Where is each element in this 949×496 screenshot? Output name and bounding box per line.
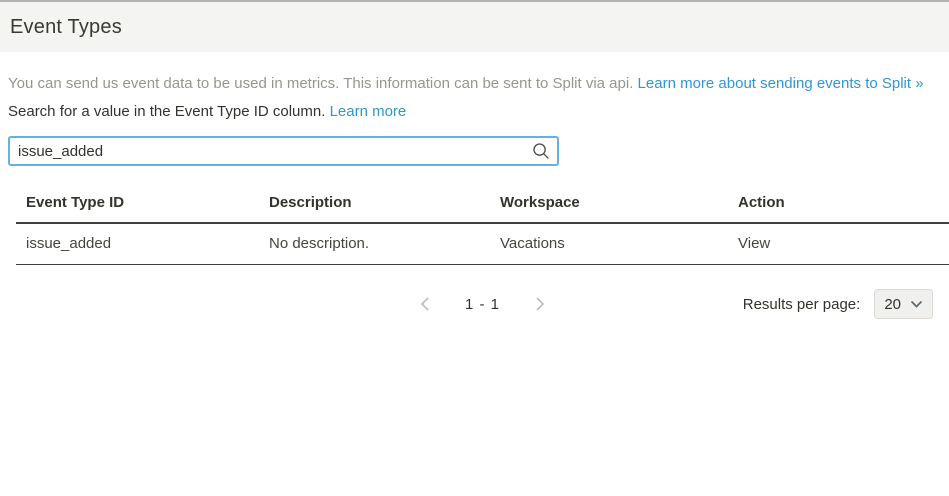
search-input[interactable]	[8, 136, 559, 166]
column-header-workspace: Workspace	[490, 182, 728, 223]
cell-description: No description.	[259, 223, 490, 265]
learn-more-link[interactable]: Learn more	[330, 103, 407, 120]
column-header-action: Action	[728, 182, 949, 223]
search-box	[8, 136, 559, 166]
chevron-down-icon	[910, 300, 923, 308]
column-header-event-type-id: Event Type ID	[16, 182, 259, 223]
results-per-page-value: 20	[884, 296, 901, 313]
table-header-row: Event Type ID Description Workspace Acti…	[16, 182, 949, 223]
search-hint-text: Search for a value in the Event Type ID …	[8, 103, 949, 121]
search-hint-static: Search for a value in the Event Type ID …	[8, 103, 330, 120]
page-header: Event Types	[0, 2, 949, 52]
pagination-bar: 1 - 1 Results per page: 20	[8, 289, 949, 319]
cell-workspace: Vacations	[490, 223, 728, 265]
main-content: You can send us event data to be used in…	[0, 52, 949, 319]
chevron-right-icon	[535, 296, 545, 312]
column-header-description: Description	[259, 182, 490, 223]
results-per-page-select[interactable]: 20	[874, 289, 933, 319]
cell-event-type-id: issue_added	[16, 223, 259, 265]
chevron-left-icon	[420, 296, 430, 312]
intro-text: You can send us event data to be used in…	[8, 75, 949, 93]
page-range-label: 1 - 1	[465, 296, 500, 313]
intro-text-static: You can send us event data to be used in…	[8, 75, 638, 92]
previous-page-button[interactable]	[418, 296, 432, 312]
event-types-table: Event Type ID Description Workspace Acti…	[16, 182, 949, 265]
learn-more-sending-events-link[interactable]: Learn more about sending events to Split…	[638, 75, 924, 92]
results-per-page-label: Results per page:	[743, 296, 861, 313]
page-title: Event Types	[10, 16, 122, 39]
next-page-button[interactable]	[533, 296, 547, 312]
table-row: issue_added No description. Vacations Vi…	[16, 223, 949, 265]
cell-action: View	[728, 223, 949, 265]
results-per-page: Results per page: 20	[743, 289, 933, 319]
view-link[interactable]: View	[738, 235, 770, 252]
